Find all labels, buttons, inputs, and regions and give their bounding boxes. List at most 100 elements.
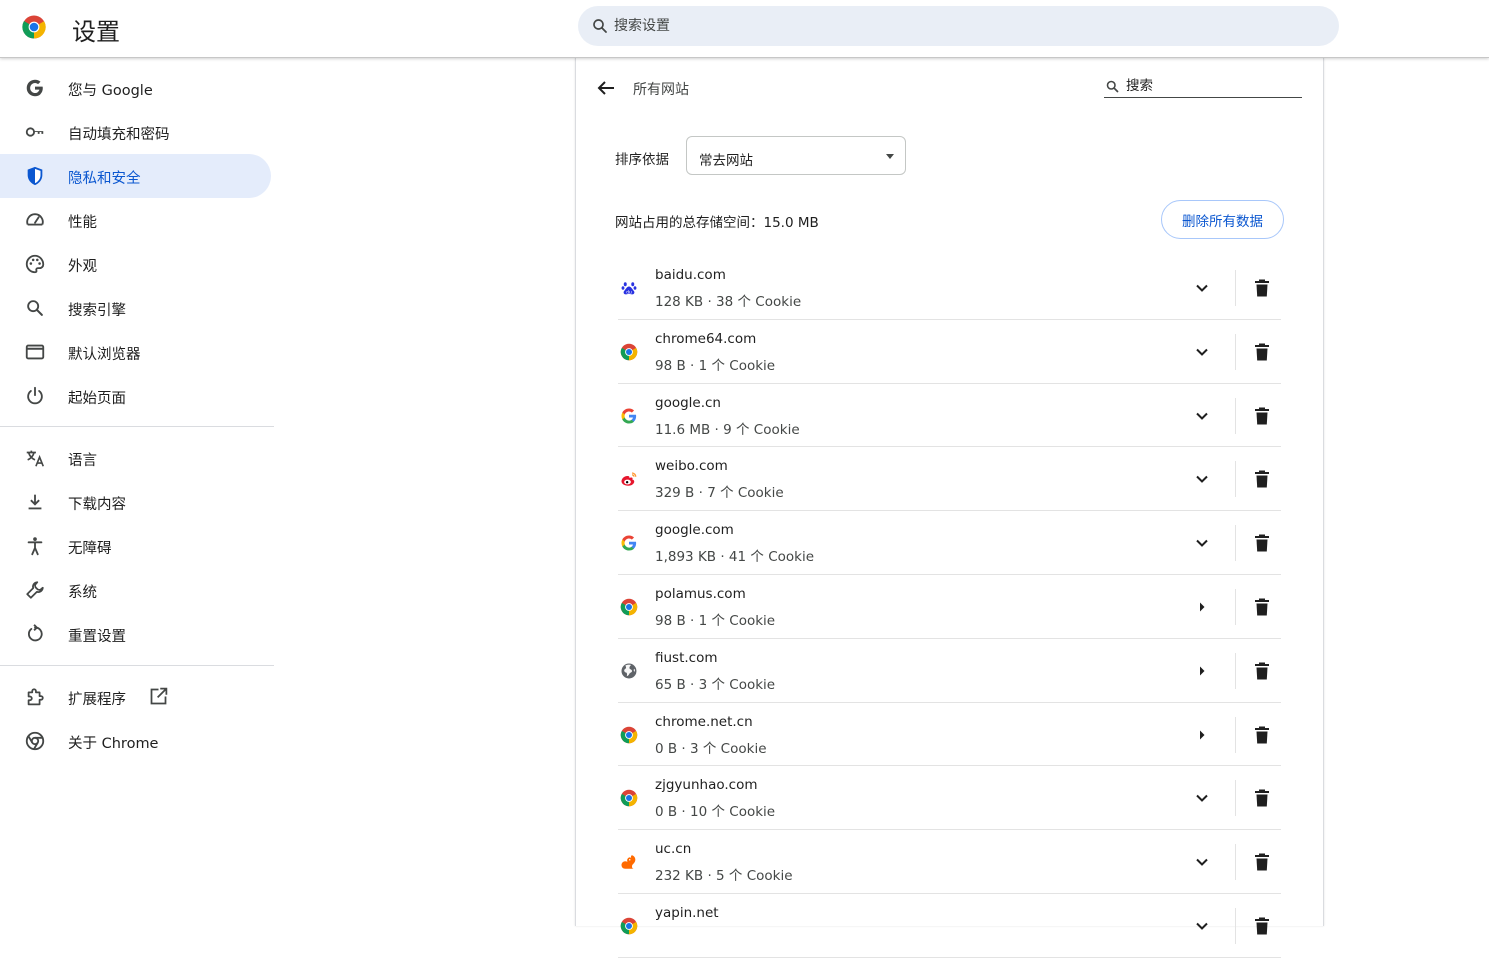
site-storage-info: 232 KB · 5 个 Cookie	[655, 868, 793, 885]
sidebar-item-about-chrome[interactable]: 关于 Chrome	[0, 719, 271, 763]
site-name: baidu.com	[655, 267, 726, 283]
site-storage-info: 11.6 MB · 9 个 Cookie	[655, 421, 800, 438]
shield-icon	[27, 166, 43, 186]
sidebar-item-reset[interactable]: 重置设置	[0, 612, 271, 656]
palette-icon	[25, 254, 45, 274]
sidebar-item-label: 默认浏览器	[68, 347, 141, 363]
google-g-icon	[26, 79, 43, 97]
sidebar-item-extensions[interactable]: 扩展程序	[0, 675, 271, 719]
sidebar-item-accessibility[interactable]: 无障碍	[0, 524, 271, 568]
sort-selected-value: 常去网站	[699, 153, 753, 169]
site-storage-info: 0 B · 10 个 Cookie	[655, 804, 776, 821]
site-row[interactable]: weibo.com 329 B · 7 个 Cookie	[618, 447, 1281, 512]
delete-trash-icon[interactable]	[1250, 786, 1274, 810]
row-separator	[1235, 588, 1236, 625]
chevron-down-icon[interactable]	[1190, 404, 1214, 428]
site-row[interactable]: polamus.com 98 B · 1 个 Cookie	[618, 575, 1281, 639]
sidebar-item-performance[interactable]: 性能	[0, 198, 271, 242]
chrome-logo-icon	[22, 15, 46, 39]
arrow-right-icon[interactable]	[1190, 659, 1214, 683]
site-name: google.cn	[655, 394, 721, 411]
chevron-down-icon[interactable]	[1190, 276, 1214, 300]
site-search[interactable]	[1104, 76, 1302, 98]
google-g-icon	[620, 534, 638, 552]
sidebar-item-on-startup[interactable]: 起始页面	[0, 374, 271, 418]
site-name: fiust.com	[655, 649, 718, 666]
chevron-down-icon[interactable]	[1190, 850, 1214, 874]
delete-trash-icon[interactable]	[1250, 531, 1274, 555]
delete-trash-icon[interactable]	[1250, 850, 1274, 874]
chevron-down-icon[interactable]	[1190, 340, 1214, 364]
delete-trash-icon[interactable]	[1250, 467, 1274, 491]
sidebar-item-label: 系统	[68, 585, 97, 601]
site-row[interactable]: fiust.com 65 B · 3 个 Cookie	[618, 639, 1281, 703]
all-sites-card: 所有网站 排序依据 常去网站 网站占用的总存储空间：15.0 MB 删除所有数据…	[575, 58, 1324, 958]
site-row[interactable]: chrome.net.cn 0 B · 3 个 Cookie	[618, 703, 1281, 767]
sidebar-item-label: 关于 Chrome	[68, 736, 159, 752]
sidebar-item-privacy[interactable]: 隐私和安全	[0, 154, 271, 198]
chrome-icon	[25, 731, 45, 751]
site-row[interactable]: zjgyunhao.com 0 B · 10 个 Cookie	[618, 766, 1281, 831]
sort-select[interactable]: 常去网站	[686, 136, 906, 175]
row-separator	[1235, 652, 1236, 689]
sidebar-divider	[0, 665, 274, 666]
sidebar-item-you-and-google[interactable]: 您与 Google	[0, 66, 271, 110]
site-row[interactable]: google.com 1,893 KB · 41 个 Cookie	[618, 511, 1281, 575]
site-row[interactable]: google.cn 11.6 MB · 9 个 Cookie	[618, 384, 1281, 448]
weibo-icon	[620, 470, 638, 488]
site-row[interactable]: uc.cn 232 KB · 5 个 Cookie	[618, 830, 1281, 894]
sidebar-item-downloads[interactable]: 下载内容	[0, 480, 271, 524]
delete-trash-icon[interactable]	[1250, 404, 1274, 428]
delete-trash-icon[interactable]	[1250, 659, 1274, 683]
sidebar-item-label: 起始页面	[68, 391, 126, 407]
site-name: weibo.com	[655, 458, 728, 475]
row-separator	[1235, 270, 1236, 306]
row-separator	[1235, 844, 1236, 881]
sidebar-item-label: 下载内容	[68, 497, 126, 513]
site-row[interactable]: du baidu.com 128 KB · 38 个 Cookie	[618, 256, 1281, 320]
site-search-input[interactable]	[1126, 76, 1300, 96]
site-name: chrome64.com	[655, 330, 757, 347]
arrow-right-icon[interactable]	[1190, 595, 1214, 619]
delete-trash-icon[interactable]	[1250, 723, 1274, 747]
sidebar-item-search-engine[interactable]: 搜索引擎	[0, 286, 271, 330]
download-icon	[28, 494, 42, 510]
delete-trash-icon[interactable]	[1250, 340, 1274, 364]
site-storage-info: 98 B · 1 个 Cookie	[655, 357, 776, 374]
site-name: uc.cn	[655, 841, 692, 858]
delete-trash-icon[interactable]	[1250, 595, 1274, 619]
sidebar-item-label: 自动填充和密码	[68, 127, 170, 143]
site-row[interactable]: chrome64.com 98 B · 1 个 Cookie	[618, 320, 1281, 384]
sidebar-item-default-browser[interactable]: 默认浏览器	[0, 330, 271, 374]
sidebar-item-label: 性能	[68, 215, 97, 231]
svg-text:du: du	[626, 289, 632, 295]
sidebar-item-appearance[interactable]: 外观	[0, 242, 271, 286]
puzzle-icon	[27, 688, 44, 706]
site-name: google.com	[655, 522, 734, 539]
sidebar-item-system[interactable]: 系统	[0, 568, 271, 612]
chrome-icon	[620, 343, 638, 361]
site-list: du baidu.com 128 KB · 38 个 Cookie chrome64.…	[618, 256, 1281, 958]
sidebar-item-label: 重置设置	[68, 629, 126, 645]
row-separator	[1235, 461, 1236, 498]
chevron-down-icon[interactable]	[1190, 531, 1214, 555]
sidebar-item-label: 隐私和安全	[68, 171, 141, 187]
sidebar-item-languages[interactable]: 语言	[0, 436, 271, 480]
chevron-down-icon[interactable]	[1190, 467, 1214, 491]
site-name: chrome.net.cn	[655, 713, 753, 730]
search-icon	[1106, 80, 1119, 93]
arrow-right-icon[interactable]	[1190, 723, 1214, 747]
browser-window-icon	[25, 344, 45, 360]
accessibility-icon	[27, 537, 43, 556]
total-storage-text: 网站占用的总存储空间：15.0 MB	[615, 215, 819, 231]
sidebar-item-autofill[interactable]: 自动填充和密码	[0, 110, 271, 154]
settings-search-input[interactable]	[614, 6, 1314, 46]
chevron-down-icon[interactable]	[1190, 786, 1214, 810]
settings-search-bar[interactable]	[578, 6, 1339, 46]
delete-trash-icon[interactable]	[1250, 276, 1274, 300]
back-arrow-icon[interactable]	[594, 76, 618, 100]
clear-all-data-button[interactable]: 删除所有数据	[1161, 200, 1284, 239]
sidebar-divider	[0, 426, 274, 427]
uc-squirrel-icon	[620, 853, 638, 871]
row-separator	[1235, 716, 1236, 753]
